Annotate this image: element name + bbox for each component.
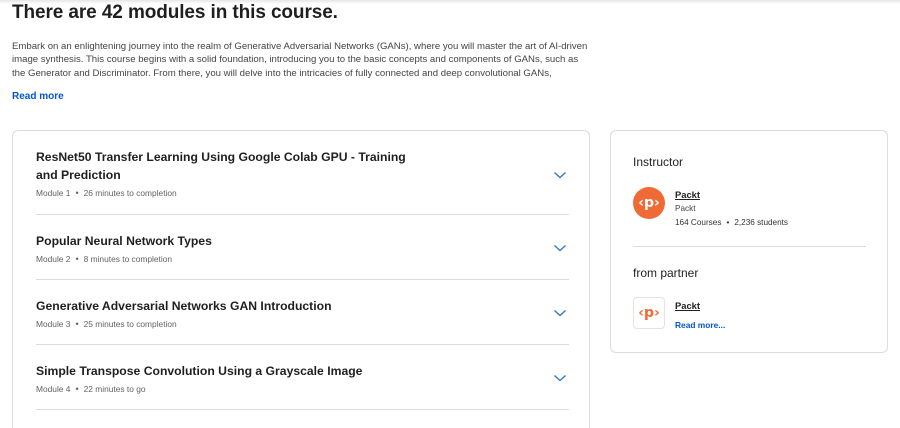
module-duration: 8 minutes to completion	[83, 254, 173, 264]
meta-separator: •	[75, 319, 79, 329]
module-number: Module 1	[36, 188, 71, 198]
instructor-name-link[interactable]: Packt	[675, 189, 700, 200]
module-item-1[interactable]: ResNet50 Transfer Learning Using Google …	[36, 148, 569, 215]
module-title: Generative Adversarial Networks GAN Intr…	[36, 299, 332, 313]
logo-glyph: ‹p›	[638, 195, 660, 211]
module-duration: 26 minutes to completion	[83, 188, 177, 198]
chevron-down-icon[interactable]	[553, 306, 567, 320]
instructor-org: Packt	[675, 204, 696, 213]
chevron-down-icon[interactable]	[553, 241, 567, 255]
course-count: 164 Courses	[675, 218, 722, 227]
divider	[633, 246, 866, 247]
meta-separator: •	[726, 218, 730, 227]
chevron-down-icon[interactable]	[553, 371, 567, 385]
module-title: ResNet50 Transfer Learning Using Google …	[36, 150, 406, 182]
meta-separator: •	[75, 188, 79, 198]
meta-separator: •	[75, 384, 79, 394]
module-title: Popular Neural Network Types	[36, 234, 212, 248]
meta-separator: •	[75, 254, 79, 264]
packt-logo-icon[interactable]: ‹p›	[633, 297, 665, 329]
module-meta: Module 1 • 26 minutes to completion	[36, 188, 569, 198]
student-count: 2,236 students	[734, 218, 789, 227]
course-description: Embark on an enlightening journey into t…	[12, 41, 588, 79]
partner-read-more-link[interactable]: Read more...	[675, 320, 725, 330]
module-number: Module 3	[36, 319, 71, 329]
module-meta: Module 2 • 8 minutes to completion	[36, 254, 569, 264]
packt-logo-icon: ‹p›	[633, 187, 665, 219]
partner-name-link[interactable]: Packt	[675, 300, 700, 311]
instructor-card: Instructor ‹p› Packt Packt 164 Courses •…	[610, 130, 888, 353]
module-duration: 22 minutes to go	[83, 384, 146, 394]
instructor-heading: Instructor	[633, 155, 684, 169]
instructor-stats: 164 Courses • 2,236 students	[675, 218, 788, 227]
module-title: Simple Transpose Convolution Using a Gra…	[36, 364, 363, 378]
module-item-3[interactable]: Generative Adversarial Networks GAN Intr…	[36, 297, 569, 345]
module-meta: Module 3 • 25 minutes to completion	[36, 319, 569, 329]
read-more-link[interactable]: Read more	[12, 91, 64, 102]
logo-glyph: ‹p›	[638, 305, 660, 321]
module-number: Module 4	[36, 384, 71, 394]
page-title: There are 42 modules in this course.	[12, 2, 338, 23]
modules-list: ResNet50 Transfer Learning Using Google …	[12, 130, 590, 428]
module-duration: 25 minutes to completion	[83, 319, 177, 329]
module-meta: Module 4 • 22 minutes to go	[36, 384, 569, 394]
module-item-4[interactable]: Simple Transpose Convolution Using a Gra…	[36, 362, 569, 410]
partner-heading: from partner	[633, 266, 699, 280]
chevron-down-icon[interactable]	[553, 168, 567, 182]
module-number: Module 2	[36, 254, 71, 264]
module-item-2[interactable]: Popular Neural Network Types Module 2 • …	[36, 232, 569, 280]
